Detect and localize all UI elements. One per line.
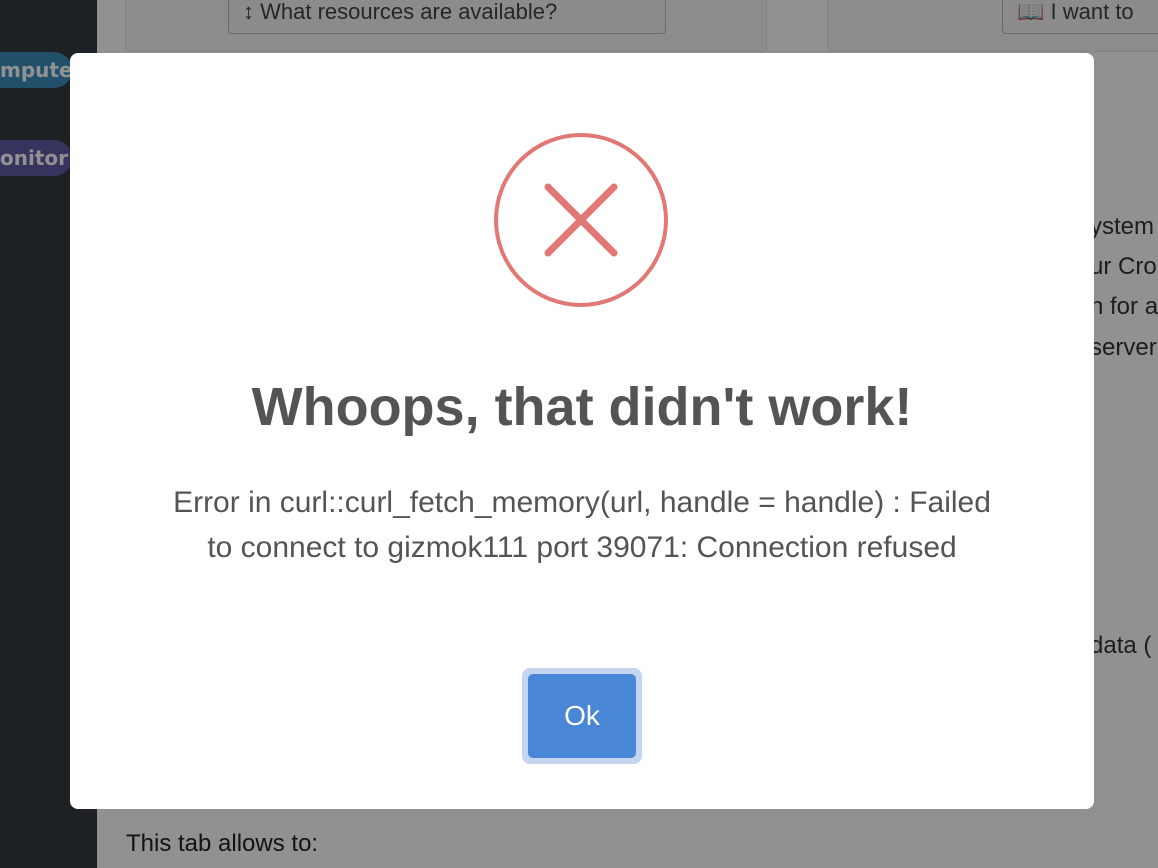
dialog-title: Whoops, that didn't work! (251, 377, 913, 437)
modal-overlay[interactable]: Whoops, that didn't work! Error in curl:… (0, 0, 1158, 868)
error-x-icon (494, 133, 668, 307)
error-dialog: Whoops, that didn't work! Error in curl:… (70, 53, 1094, 809)
dialog-message: Error in curl::curl_fetch_memory(url, ha… (173, 486, 991, 564)
ok-button[interactable]: Ok (528, 674, 636, 758)
